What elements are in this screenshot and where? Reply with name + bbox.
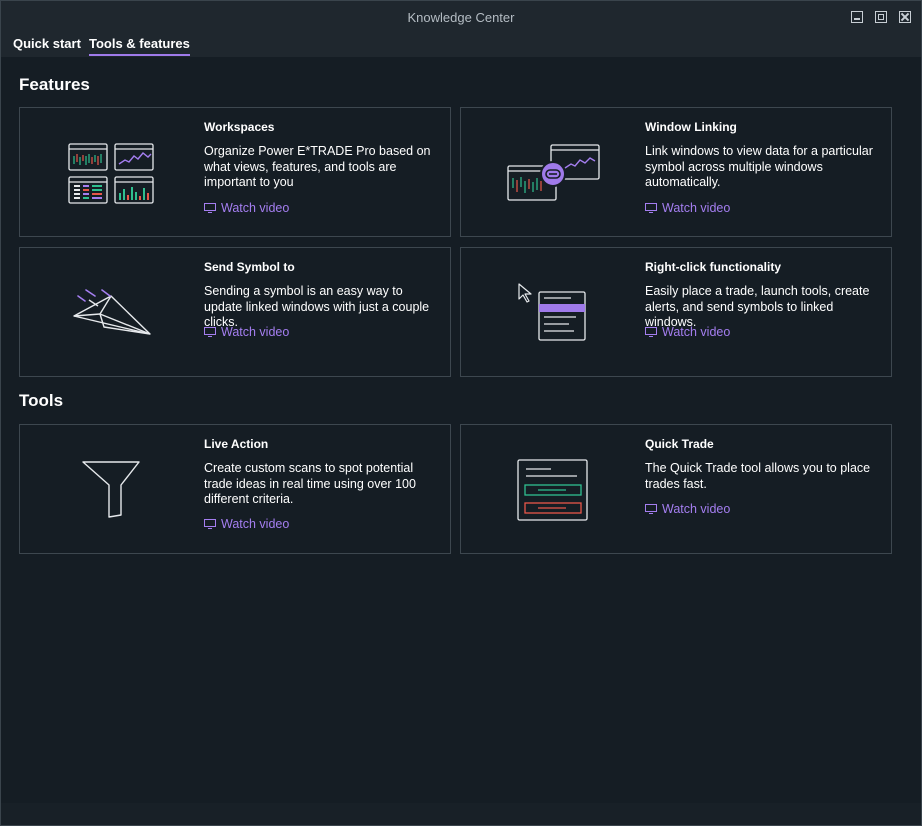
- card-description: Create custom scans to spot potential tr…: [204, 461, 416, 506]
- card-description: Link windows to view data for a particul…: [645, 144, 873, 189]
- tab-bar: Quick start Tools & features: [1, 33, 921, 57]
- context-menu-illustration: [461, 248, 641, 378]
- watch-video-link[interactable]: Watch video: [204, 201, 289, 215]
- funnel-illustration: [20, 425, 200, 555]
- watch-video-label: Watch video: [221, 517, 290, 531]
- tab-tools-features[interactable]: Tools & features: [89, 36, 190, 56]
- features-heading: Features: [19, 75, 90, 94]
- card-description: Sending a symbol is an easy way to updat…: [204, 284, 430, 329]
- card-description: Easily place a trade, launch tools, crea…: [645, 284, 870, 329]
- watch-video-link[interactable]: Watch video: [645, 502, 730, 516]
- card-title: Quick Trade: [645, 437, 714, 451]
- paper-plane-illustration: [20, 248, 200, 378]
- bottom-bar: [1, 803, 921, 825]
- minimize-icon[interactable]: [851, 11, 863, 23]
- monitor-icon: [645, 203, 657, 213]
- card-title: Right-click functionality: [645, 260, 782, 274]
- tab-quick-start[interactable]: Quick start: [13, 36, 81, 51]
- card-title: Workspaces: [204, 120, 275, 134]
- card-live-action: Live Action Create custom scans to spot …: [19, 424, 451, 554]
- card-quick-trade: Quick Trade The Quick Trade tool allows …: [460, 424, 892, 554]
- window-title: Knowledge Center: [407, 10, 515, 25]
- card-send-symbol-to: Send Symbol to Sending a symbol is an ea…: [19, 247, 451, 377]
- card-title: Send Symbol to: [204, 260, 295, 274]
- close-icon[interactable]: [899, 11, 911, 23]
- title-bar: Knowledge Center: [1, 1, 921, 33]
- watch-video-label: Watch video: [662, 502, 731, 516]
- card-description: Organize Power E*TRADE Pro based on what…: [204, 144, 431, 189]
- monitor-icon: [204, 203, 216, 213]
- watch-video-link[interactable]: Watch video: [204, 325, 289, 339]
- monitor-icon: [204, 519, 216, 529]
- window-linking-illustration: [461, 108, 641, 238]
- monitor-icon: [645, 504, 657, 514]
- card-description: The Quick Trade tool allows you to place…: [645, 461, 871, 491]
- card-window-linking: Window Linking Link windows to view data…: [460, 107, 892, 237]
- watch-video-label: Watch video: [221, 325, 290, 339]
- tools-heading: Tools: [19, 391, 64, 410]
- watch-video-label: Watch video: [221, 201, 290, 215]
- watch-video-label: Watch video: [662, 325, 731, 339]
- card-right-click: Right-click functionality Easily place a…: [460, 247, 892, 377]
- watch-video-link[interactable]: Watch video: [645, 325, 730, 339]
- card-title: Live Action: [204, 437, 269, 451]
- watch-video-link[interactable]: Watch video: [645, 201, 730, 215]
- card-workspaces: Workspaces Organize Power E*TRADE Pro ba…: [19, 107, 451, 237]
- card-title: Window Linking: [645, 120, 737, 134]
- workspaces-illustration: [20, 108, 200, 238]
- watch-video-link[interactable]: Watch video: [204, 517, 289, 531]
- maximize-icon[interactable]: [875, 11, 887, 23]
- knowledge-center-window: Knowledge Center Quick start Tools & fea…: [0, 0, 922, 826]
- monitor-icon: [645, 327, 657, 337]
- watch-video-label: Watch video: [662, 201, 731, 215]
- monitor-icon: [204, 327, 216, 337]
- quick-trade-illustration: [461, 425, 641, 555]
